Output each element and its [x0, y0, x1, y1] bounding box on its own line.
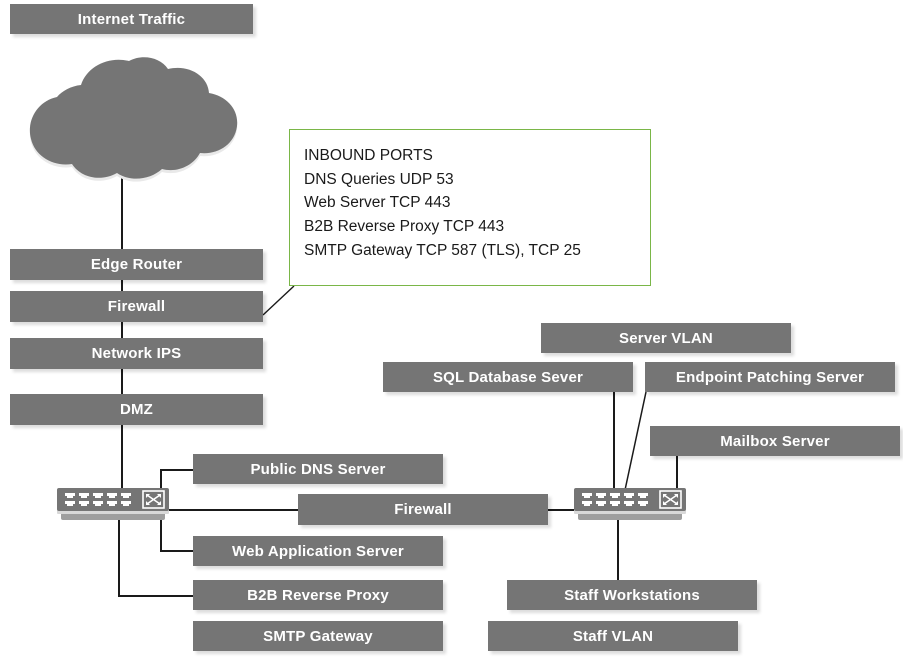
- node-label: Firewall: [107, 298, 166, 315]
- link-dmz-switch-to-b2b-h: [118, 595, 194, 597]
- node-internet-traffic[interactable]: Internet Traffic: [10, 4, 253, 34]
- node-label: SQL Database Sever: [432, 368, 584, 386]
- node-staff-vlan[interactable]: Staff VLAN: [488, 621, 738, 651]
- node-network-ips[interactable]: Network IPS: [10, 338, 263, 369]
- link-dmz-switch-to-b2b-v: [118, 519, 120, 596]
- link-network-ips-to-dmz: [121, 369, 123, 394]
- ports-heading: INBOUND PORTS: [304, 147, 433, 164]
- node-staff-workstations[interactable]: Staff Workstations: [507, 580, 757, 610]
- link-mailbox-to-internal-switch: [676, 456, 678, 490]
- node-label: Internet Traffic: [77, 10, 186, 28]
- node-endpoint-patching-server[interactable]: Endpoint Patching Server: [645, 362, 895, 392]
- node-b2b-reverse-proxy[interactable]: B2B Reverse Proxy: [193, 580, 443, 610]
- node-public-dns-server[interactable]: Public DNS Server: [193, 454, 443, 484]
- node-label: Staff Workstations: [564, 586, 700, 604]
- internet-cloud: [6, 52, 256, 192]
- dmz-switch[interactable]: [53, 486, 181, 528]
- node-web-application-server[interactable]: Web Application Server: [193, 536, 443, 566]
- node-label: Edge Router: [90, 256, 183, 273]
- node-label: SMTP Gateway: [263, 627, 373, 645]
- link-dmz-to-dmz-switch: [121, 425, 123, 489]
- node-edge-router[interactable]: Edge Router: [10, 249, 263, 280]
- link-edge-router-to-firewall: [121, 280, 123, 291]
- node-label: Web Application Server: [232, 542, 404, 560]
- node-label: Endpoint Patching Server: [675, 368, 865, 386]
- network-diagram: Internet Traffic Edge Router Firewall Ne…: [0, 0, 903, 658]
- link-firewall-to-network-ips: [121, 322, 123, 338]
- ports-line: B2B Reverse Proxy TCP 443: [304, 218, 505, 236]
- node-label: Mailbox Server: [720, 432, 830, 450]
- node-label: Server VLAN: [619, 329, 713, 347]
- link-dmz-switch-to-public-dns-h: [160, 469, 194, 471]
- link-firewall-to-ports-callout: [262, 285, 295, 316]
- node-smtp-gateway[interactable]: SMTP Gateway: [193, 621, 443, 651]
- node-label: Public DNS Server: [250, 460, 386, 478]
- ports-line: SMTP Gateway TCP 587 (TLS), TCP 25: [304, 241, 581, 259]
- node-server-vlan[interactable]: Server VLAN: [541, 323, 791, 353]
- link-sql-to-internal-switch: [613, 392, 615, 490]
- ports-line: Web Server TCP 443: [304, 194, 451, 212]
- cloud-shape: [29, 57, 238, 182]
- inbound-ports-callout: INBOUND PORTS DNS Queries UDP 53 Web Ser…: [289, 129, 651, 286]
- internal-switch[interactable]: [570, 486, 698, 528]
- link-dmz-switch-to-firewall: [168, 509, 299, 511]
- node-label: DMZ: [119, 401, 154, 418]
- network-switch-icon: [57, 488, 169, 520]
- node-sql-database-server[interactable]: SQL Database Sever: [383, 362, 633, 392]
- node-dmz[interactable]: DMZ: [10, 394, 263, 425]
- node-internal-firewall[interactable]: Firewall: [298, 494, 548, 525]
- network-switch-icon: [574, 488, 686, 520]
- link-dmz-switch-to-web-app-h: [160, 550, 194, 552]
- ports-line: DNS Queries UDP 53: [304, 170, 454, 188]
- node-label: Network IPS: [91, 345, 182, 362]
- node-mailbox-server[interactable]: Mailbox Server: [650, 426, 900, 456]
- link-internal-switch-to-staff-workstations: [617, 519, 619, 581]
- node-label: Staff VLAN: [572, 627, 654, 645]
- node-perimeter-firewall[interactable]: Firewall: [10, 291, 263, 322]
- node-label: Firewall: [394, 501, 452, 518]
- node-label: B2B Reverse Proxy: [247, 586, 389, 604]
